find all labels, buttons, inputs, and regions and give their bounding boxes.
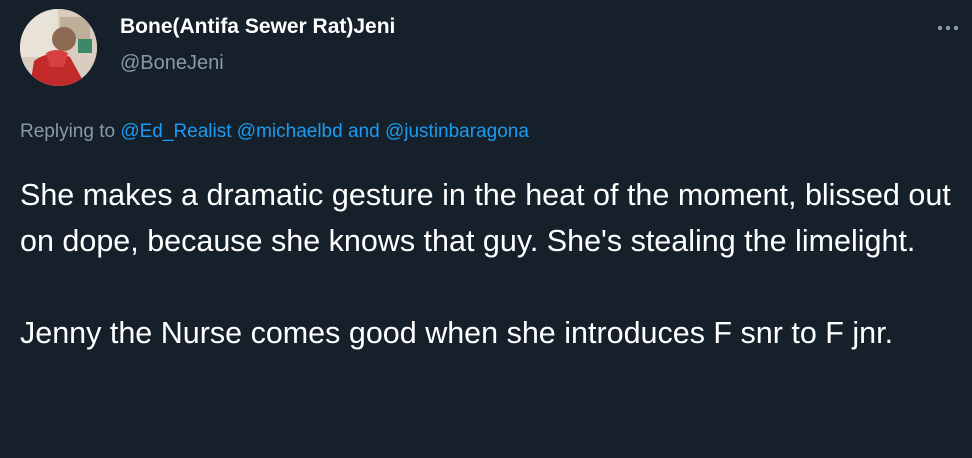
tweet-card: Bone(Antifa Sewer Rat)Jeni @BoneJeni Rep… — [0, 0, 972, 458]
tweet-paragraph: Jenny the Nurse comes good when she intr… — [20, 316, 894, 350]
avatar[interactable] — [20, 9, 97, 86]
replying-to-conjunction: and — [347, 121, 380, 142]
more-horizontal-icon[interactable] — [934, 18, 964, 38]
tweet-text: She makes a dramatic gesture in the heat… — [20, 172, 965, 356]
replying-to-label: Replying to — [20, 121, 116, 142]
display-name[interactable]: Bone(Antifa Sewer Rat)Jeni — [120, 15, 395, 39]
mention-link[interactable]: @Ed_Realist — [120, 121, 231, 142]
replying-to-line: Replying to @Ed_Realist @michaelbd and @… — [20, 121, 529, 143]
user-handle[interactable]: @BoneJeni — [120, 52, 224, 75]
tweet-paragraph: She makes a dramatic gesture in the heat… — [20, 178, 951, 258]
mention-link[interactable]: @justinbaragona — [385, 121, 529, 142]
mention-link[interactable]: @michaelbd — [237, 121, 343, 142]
